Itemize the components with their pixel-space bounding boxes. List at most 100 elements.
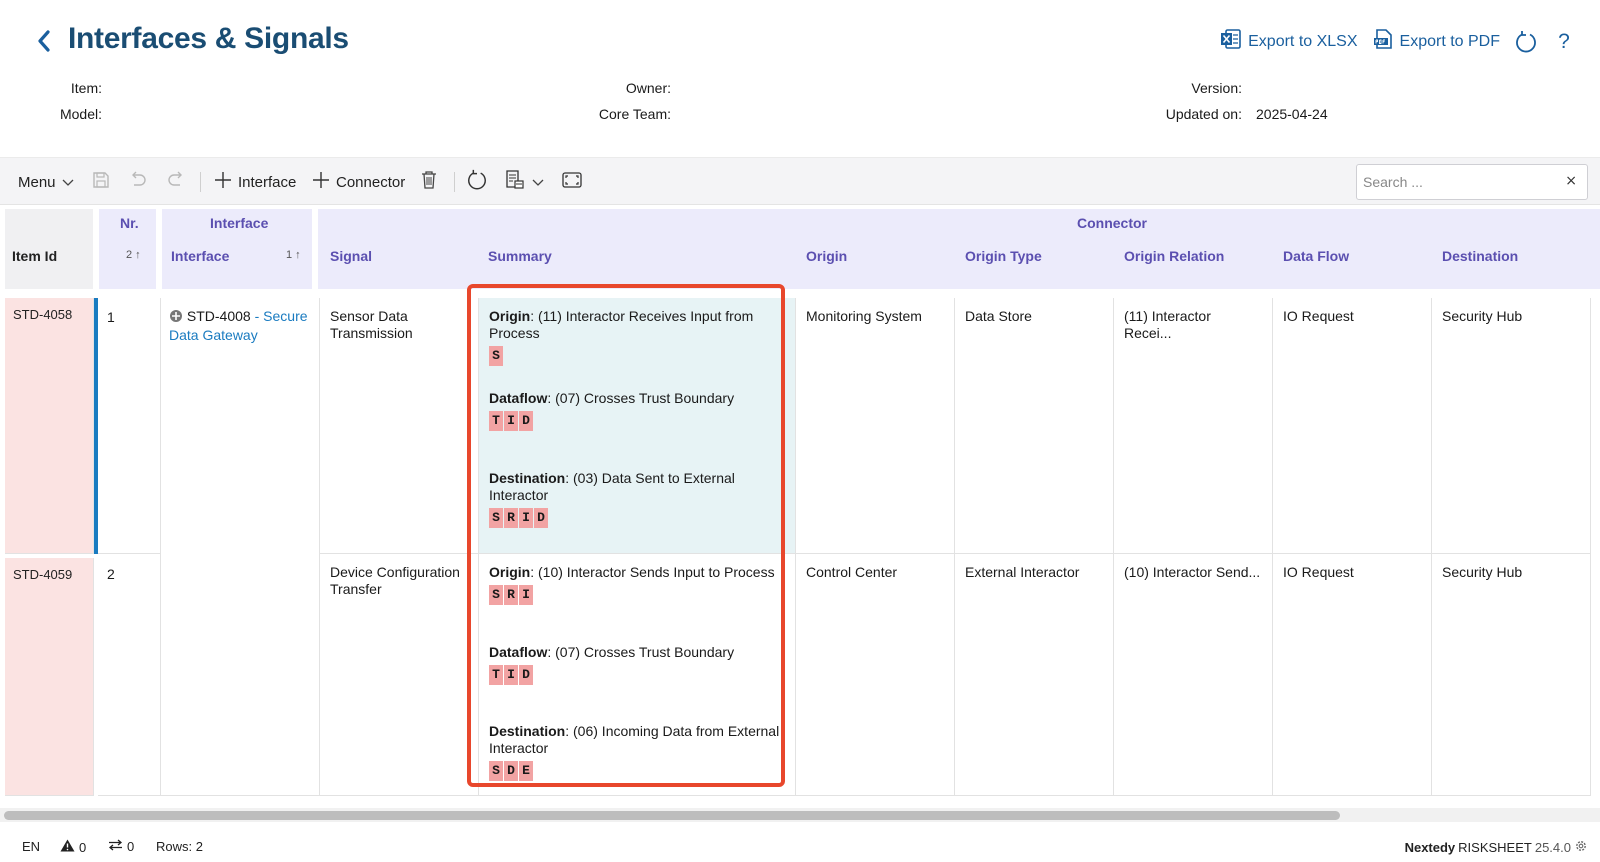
summary-dataflow: Dataflow: (07) Crosses Trust Boundary TI… <box>489 644 785 723</box>
save-button[interactable] <box>92 158 110 206</box>
warnings-indicator[interactable]: 0 <box>60 839 86 855</box>
origin-type-cell[interactable]: Data Store <box>955 298 1114 554</box>
chevron-down-icon <box>532 174 544 191</box>
status-bar: EN 0 0 Rows: 2 Nextedy RISKSHEET 25.4.0 <box>0 832 1600 862</box>
export-xlsx-label: Export to XLSX <box>1248 32 1358 50</box>
delete-button[interactable] <box>420 158 438 206</box>
header-actions: Export to XLSX Export to PDF ? <box>1220 28 1576 55</box>
destination-cell[interactable]: Security Hub <box>1432 298 1591 554</box>
column-header-origin-type[interactable]: Origin Type <box>965 248 1042 264</box>
undo-button[interactable] <box>128 158 148 206</box>
nr-cell[interactable]: 2 <box>98 554 161 796</box>
add-connector-button[interactable]: Connector <box>312 158 405 206</box>
horizontal-scrollbar[interactable] <box>0 808 1600 822</box>
summary-origin: Origin: (11) Interactor Receives Input f… <box>489 308 785 390</box>
stride-tag: S <box>489 346 503 366</box>
export-xlsx-button[interactable]: Export to XLSX <box>1220 28 1358 55</box>
links-indicator[interactable]: 0 <box>108 839 134 854</box>
interface-type-icon <box>169 309 183 327</box>
fullscreen-icon <box>562 171 582 193</box>
summary-dataflow: Dataflow: (07) Crosses Trust Boundary TI… <box>489 390 785 470</box>
refresh-icon[interactable] <box>1514 30 1538 54</box>
meta-model-label: Model: <box>59 106 102 122</box>
stride-tag: R <box>504 508 518 528</box>
chevron-down-icon <box>62 174 74 191</box>
interface-cell[interactable]: STD-4008 - Secure Data Gateway <box>161 298 320 796</box>
stride-tag: I <box>504 411 518 431</box>
meta-updated-label: Updated on: <box>1165 106 1242 122</box>
stride-tag: T <box>489 665 503 685</box>
summary-cell[interactable]: Origin: (10) Interactor Sends Input to P… <box>479 554 796 796</box>
item-id-cell[interactable]: STD-4058 <box>5 298 94 554</box>
summary-label: Origin <box>489 308 531 324</box>
meta-owner-label: Owner: <box>625 80 671 96</box>
swap-icon <box>108 839 123 854</box>
summary-destination: Destination: (06) Incoming Data from Ext… <box>489 723 785 781</box>
settings-gear-icon[interactable] <box>1574 839 1588 856</box>
origin-cell[interactable]: Control Center <box>796 554 955 796</box>
column-header-destination[interactable]: Destination <box>1442 248 1518 264</box>
scrollbar-thumb[interactable] <box>4 811 1340 820</box>
nr-cell[interactable]: 1 <box>98 298 161 554</box>
column-header-signal[interactable]: Signal <box>330 248 372 264</box>
data-flow-cell[interactable]: IO Request <box>1273 298 1432 554</box>
signal-cell[interactable]: Device Configuration Transfer <box>320 554 479 796</box>
data-grid: Nr. Interface Connector Item Id 2 ↑ Inte… <box>0 207 1600 807</box>
redo-icon <box>166 171 186 193</box>
origin-relation-cell[interactable]: (11) Interactor Recei... <box>1114 298 1273 554</box>
export-pdf-button[interactable]: Export to PDF <box>1372 28 1500 55</box>
column-header-summary[interactable]: Summary <box>488 248 552 264</box>
origin-relation-cell[interactable]: (10) Interactor Send... <box>1114 554 1273 796</box>
stride-tags: SDE <box>489 761 785 781</box>
stride-tags: S <box>489 346 785 366</box>
toolbar: Menu Interface Connector × <box>0 157 1600 205</box>
brand-name: Nextedy <box>1404 840 1456 855</box>
origin-cell[interactable]: Monitoring System <box>796 298 955 554</box>
summary-destination: Destination: (03) Data Sent to External … <box>489 470 785 528</box>
plus-icon <box>312 171 330 193</box>
redo-button[interactable] <box>166 158 186 206</box>
back-icon[interactable] <box>34 28 56 54</box>
origin-type-cell[interactable]: External Interactor <box>955 554 1114 796</box>
fullscreen-button[interactable] <box>562 158 582 206</box>
summary-label: Destination <box>489 723 566 739</box>
column-header-data-flow[interactable]: Data Flow <box>1283 248 1349 264</box>
export-pdf-label: Export to PDF <box>1399 32 1500 50</box>
product-info: Nextedy RISKSHEET 25.4.0 <box>1405 839 1588 856</box>
menu-button[interactable]: Menu <box>18 158 74 206</box>
column-header-item-id[interactable]: Item Id <box>12 248 57 264</box>
column-sort-nr[interactable]: 2 ↑ <box>126 249 141 261</box>
warning-icon <box>60 839 75 855</box>
column-header-interface[interactable]: Interface <box>171 248 229 264</box>
stride-tag: R <box>504 585 518 605</box>
clear-search-icon[interactable]: × <box>1565 173 1577 189</box>
interface-id: STD-4008 <box>186 308 251 324</box>
help-icon[interactable]: ? <box>1552 30 1576 54</box>
data-flow-cell[interactable]: IO Request <box>1273 554 1432 796</box>
sort-up-icon: ↑ <box>132 249 141 261</box>
language-selector[interactable]: EN <box>22 839 40 854</box>
pdf-icon <box>1372 28 1394 55</box>
toolbar-divider <box>454 172 455 192</box>
stride-tags: SRI <box>489 585 785 605</box>
column-header-origin[interactable]: Origin <box>806 248 847 264</box>
destination-cell[interactable]: Security Hub <box>1432 554 1591 796</box>
stride-tag: T <box>489 411 503 431</box>
undo-icon <box>128 171 148 193</box>
add-interface-button[interactable]: Interface <box>214 158 296 206</box>
view-options-button[interactable] <box>504 158 544 206</box>
signal-cell[interactable]: Sensor Data Transmission <box>320 298 479 554</box>
warnings-count: 0 <box>79 839 87 855</box>
search-input[interactable] <box>1357 174 1557 190</box>
summary-cell[interactable]: Origin: (11) Interactor Receives Input f… <box>479 298 796 554</box>
column-sort-interface[interactable]: 1 ↑ <box>286 249 301 261</box>
refresh-icon <box>466 169 488 195</box>
summary-text: : (10) Interactor Sends Input to Process <box>530 564 775 580</box>
stride-tag: S <box>489 761 503 781</box>
item-id-cell[interactable]: STD-4059 <box>5 558 94 796</box>
toolbar-divider <box>200 172 201 192</box>
summary-text: : (07) Crosses Trust Boundary <box>547 644 735 660</box>
reload-button[interactable] <box>466 158 488 206</box>
plus-icon <box>214 171 232 193</box>
column-header-origin-relation[interactable]: Origin Relation <box>1124 248 1224 264</box>
